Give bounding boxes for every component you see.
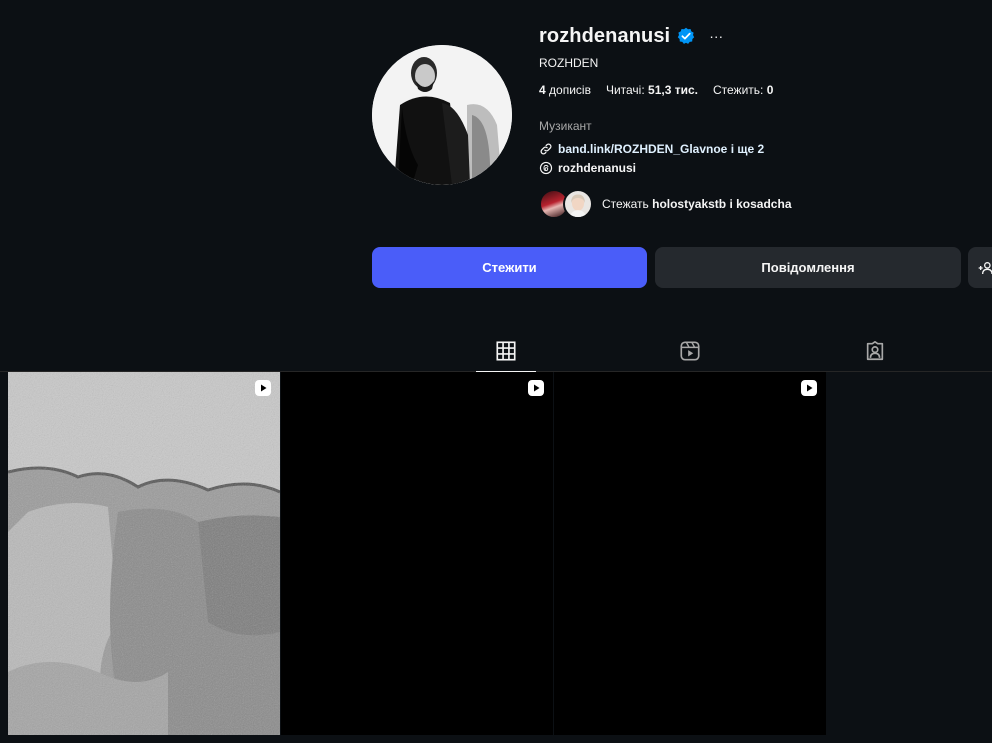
username-row: rozhdenanusi ··· [539,22,792,50]
threads-handle: rozhdenanusi [558,161,637,175]
follower-avatar [563,189,593,219]
avatar-image [372,45,512,185]
options-icon[interactable]: ··· [709,29,723,43]
reel-badge-icon [255,380,271,396]
followers-label: Читачі: [605,83,645,97]
profile-category: Музикант [539,119,592,133]
following-count: 0 [766,83,774,97]
profile-tabs [0,330,992,372]
external-link-text: band.link/ROZHDEN_Glavnoe і ще 2 [558,142,765,156]
followers-link[interactable]: Читачі: 51,3 тис. [606,83,698,97]
add-person-icon [978,261,992,274]
profile-username: rozhdenanusi [539,24,671,47]
followed-by[interactable]: Стежать holostyakstb і kosadcha [539,189,792,219]
reels-icon [680,341,700,361]
profile-full-name: ROZHDEN [539,56,599,70]
profile-info: rozhdenanusi ··· ROZHDEN 4 дописів Читач… [539,22,792,219]
link-icon [540,143,552,155]
profile-avatar[interactable] [372,45,512,185]
reel-badge-icon [528,380,544,396]
post-thumbnail[interactable] [8,372,280,735]
message-button[interactable]: Повідомлення [655,247,961,288]
tab-posts[interactable] [476,330,536,372]
followers-count: 51,3 тис. [648,83,698,97]
tab-tagged[interactable] [845,330,905,372]
tab-reels[interactable] [660,330,720,372]
post-image [8,372,280,735]
threads-link[interactable]: rozhdenanusi [539,161,792,175]
profile-page: rozhdenanusi ··· ROZHDEN 4 дописів Читач… [0,0,992,743]
threads-icon [539,161,553,175]
reel-badge-icon [801,380,817,396]
post-thumbnail[interactable] [554,372,826,735]
posts-grid [8,372,826,735]
verified-badge-icon [677,27,695,45]
followed-by-prefix: Стежать [602,197,649,211]
following-link[interactable]: Стежить: 0 [713,83,773,97]
grid-icon [496,340,516,361]
profile-stats: 4 дописів Читачі: 51,3 тис. Стежить: 0 [539,83,792,97]
followed-by-names: holostyakstb і kosadcha [652,197,792,211]
posts-count: 4 дописів [539,83,591,97]
followed-by-avatars [539,189,596,219]
following-label: Стежить: [712,83,764,97]
follow-button[interactable]: Стежити [372,247,647,288]
tagged-icon [866,341,884,361]
similar-accounts-button[interactable] [968,247,992,288]
posts-count-value: 4 [539,83,546,97]
external-link[interactable]: band.link/ROZHDEN_Glavnoe і ще 2 [539,142,792,156]
posts-count-label: дописів [549,83,591,97]
post-thumbnail[interactable] [281,372,553,735]
